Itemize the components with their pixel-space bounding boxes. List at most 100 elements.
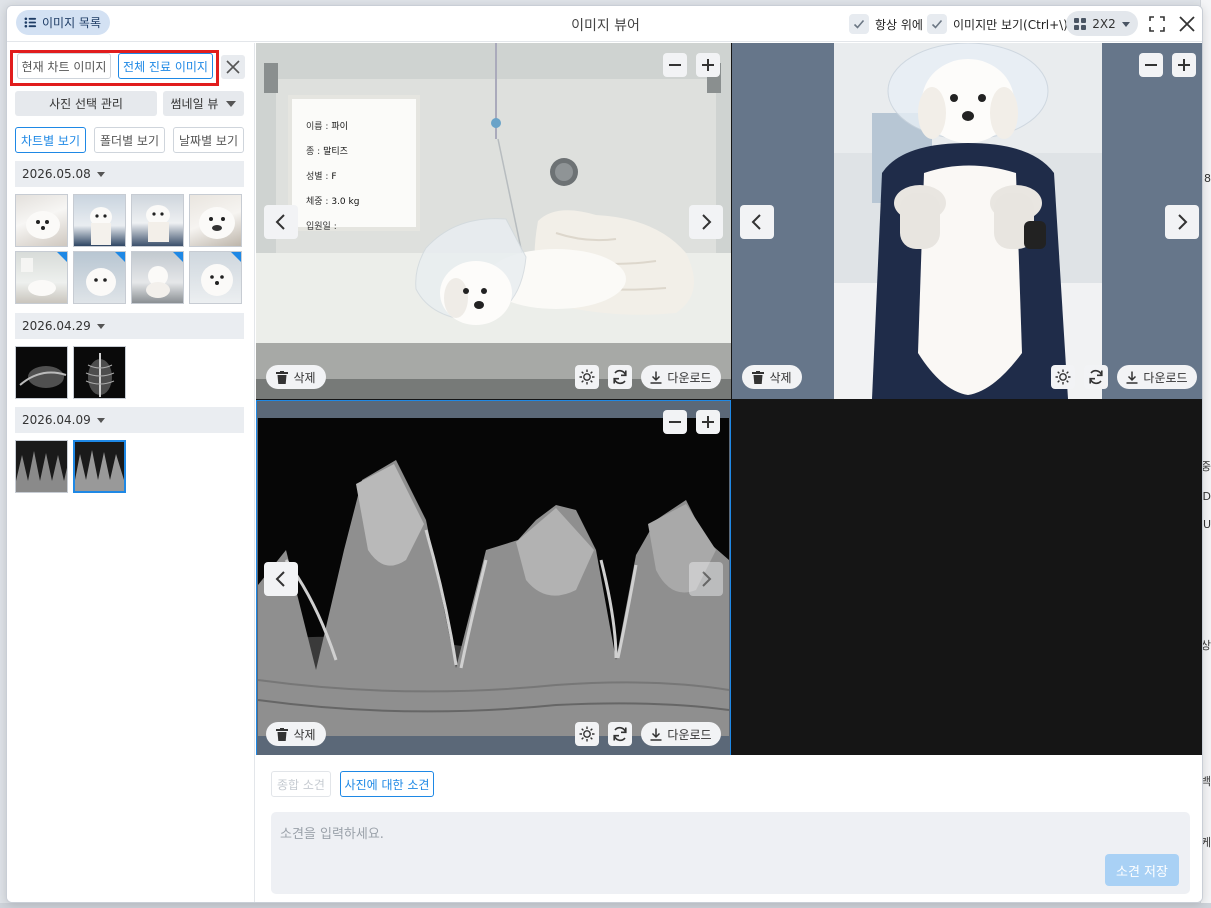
rotate-button[interactable] xyxy=(608,365,632,389)
image-thumbnail[interactable] xyxy=(189,194,242,247)
previous-image-button[interactable] xyxy=(264,562,298,596)
trash-icon xyxy=(752,370,765,384)
zoom-in-button[interactable] xyxy=(696,410,720,434)
dog-held-photo xyxy=(732,43,1202,399)
download-button[interactable]: 다운로드 xyxy=(641,722,721,746)
delete-button[interactable]: 삭제 xyxy=(266,722,326,746)
marked-corner xyxy=(173,252,183,262)
delete-label: 삭제 xyxy=(769,370,792,385)
chevron-left-icon xyxy=(275,214,285,230)
caret-down-icon xyxy=(226,100,237,107)
previous-image-button[interactable] xyxy=(740,205,774,239)
card-sex-value: F xyxy=(331,172,337,182)
date-group-header[interactable]: 2026.04.09 xyxy=(15,407,244,433)
rotate-button[interactable] xyxy=(1084,365,1108,389)
caret-down-icon xyxy=(96,323,105,329)
tab-by-chart[interactable]: 차트별 보기 xyxy=(15,127,86,153)
zoom-out-button[interactable] xyxy=(1139,53,1163,77)
card-row-name: 이름 : 파이 xyxy=(306,115,406,140)
fullscreen-button[interactable] xyxy=(1146,13,1168,35)
download-button[interactable]: 다운로드 xyxy=(1117,365,1197,389)
image-thumbnail[interactable] xyxy=(15,346,68,399)
delete-button[interactable]: 삭제 xyxy=(742,365,802,389)
download-label: 다운로드 xyxy=(667,370,712,385)
dog-photo-icon xyxy=(146,205,170,242)
tab-by-folder[interactable]: 폴더별 보기 xyxy=(94,127,165,153)
rotate-button[interactable] xyxy=(608,722,632,746)
dog-photo-icon xyxy=(90,207,112,245)
brightness-button[interactable] xyxy=(575,722,599,746)
date-label: 2026.05.08 xyxy=(22,167,91,181)
bg-fragment: U xyxy=(1202,518,1211,531)
image-only-toggle[interactable]: 이미지만 보기(Ctrl+\) xyxy=(927,13,1068,35)
minus-icon xyxy=(669,64,681,66)
always-on-top-label: 항상 위에 xyxy=(875,17,923,32)
date-group-header[interactable]: 2026.04.29 xyxy=(15,313,244,339)
checkbox[interactable] xyxy=(927,14,947,34)
always-on-top-toggle[interactable]: 항상 위에 xyxy=(849,13,923,35)
card-row-weight: 체중 : 3.0 kg xyxy=(306,190,406,215)
brightness-button[interactable] xyxy=(575,365,599,389)
view-mode-select[interactable]: 썸네일 뷰 xyxy=(163,91,244,116)
delete-button[interactable]: 삭제 xyxy=(266,365,326,389)
download-button[interactable]: 다운로드 xyxy=(641,365,721,389)
caret-down-icon xyxy=(96,171,105,177)
zoom-out-button[interactable] xyxy=(663,53,687,77)
image-thumbnail[interactable] xyxy=(189,251,242,304)
image-thumbnail[interactable] xyxy=(73,346,126,399)
refresh-icon xyxy=(613,726,627,742)
viewer-pane-1[interactable]: 이름 : 파이 종 : 말티즈 성별 : F 체중 : 3.0 kg 입원일 :… xyxy=(256,43,731,399)
image-thumbnail[interactable] xyxy=(15,440,68,493)
marked-corner xyxy=(231,252,241,262)
image-thumbnail[interactable] xyxy=(15,251,68,304)
background-app-bottom xyxy=(0,903,1211,908)
tab-all-treatment-images[interactable]: 전체 진료 이미지 xyxy=(118,53,213,79)
image-thumbnail[interactable] xyxy=(73,251,126,304)
viewer-pane-3-active[interactable]: 삭제 다운로드 xyxy=(256,400,731,756)
image-thumbnail[interactable] xyxy=(131,194,184,247)
layout-select[interactable]: 2X2 xyxy=(1066,11,1138,36)
previous-image-button[interactable] xyxy=(264,205,298,239)
dental-xray-image xyxy=(256,400,731,755)
check-icon xyxy=(931,19,943,29)
tab-overall-findings[interactable]: 종합 소견 xyxy=(271,771,331,797)
download-label: 다운로드 xyxy=(1143,370,1188,385)
photo-selection-manage-button[interactable]: 사진 선택 관리 xyxy=(15,91,157,116)
plus-icon xyxy=(1178,59,1190,71)
layout-value: 2X2 xyxy=(1092,16,1116,31)
viewer-pane-4-empty[interactable] xyxy=(732,400,1202,756)
image-viewer-window: 이미지 목록 이미지 뷰어 항상 위에 이미지만 보기(Ctrl+\) 2X2 … xyxy=(6,5,1203,903)
zoom-in-button[interactable] xyxy=(1172,53,1196,77)
image-thumbnail[interactable] xyxy=(73,194,126,247)
close-sidebar-button[interactable] xyxy=(221,55,245,79)
brightness-button[interactable] xyxy=(1051,365,1075,389)
image-thumbnail-selected[interactable] xyxy=(73,440,126,493)
download-icon xyxy=(650,371,662,384)
image-sidebar: 현재 차트 이미지 전체 진료 이미지 사진 선택 관리 썸네일 뷰 차트별 보… xyxy=(7,43,255,902)
sun-icon xyxy=(1055,369,1071,385)
image-thumbnail[interactable] xyxy=(15,194,68,247)
zoom-out-button[interactable] xyxy=(663,410,687,434)
image-list-button[interactable]: 이미지 목록 xyxy=(16,10,111,35)
sun-icon xyxy=(579,369,595,385)
list-icon xyxy=(24,17,37,28)
checkbox[interactable] xyxy=(849,14,869,34)
next-image-button[interactable] xyxy=(1165,205,1199,239)
bg-fragment: 8 xyxy=(1204,172,1211,185)
next-image-button[interactable] xyxy=(689,205,723,239)
date-group-header[interactable]: 2026.05.08 xyxy=(15,161,244,187)
tab-photo-findings[interactable]: 사진에 대한 소견 xyxy=(340,771,434,797)
plus-icon xyxy=(702,59,714,71)
save-findings-button[interactable]: 소견 저장 xyxy=(1105,854,1179,886)
dog-photo-icon xyxy=(26,211,60,239)
image-thumbnail[interactable] xyxy=(131,251,184,304)
close-window-button[interactable] xyxy=(1176,13,1198,35)
zoom-in-button[interactable] xyxy=(696,53,720,77)
chevron-left-icon xyxy=(751,214,761,230)
image-only-label: 이미지만 보기(Ctrl+\) xyxy=(953,17,1068,32)
tab-by-date[interactable]: 날짜별 보기 xyxy=(173,127,244,153)
findings-input[interactable] xyxy=(271,812,1190,894)
dog-photo-icon xyxy=(199,207,235,239)
tab-current-chart-images[interactable]: 현재 차트 이미지 xyxy=(17,53,111,79)
viewer-pane-2[interactable]: 삭제 다운로드 xyxy=(732,43,1202,399)
